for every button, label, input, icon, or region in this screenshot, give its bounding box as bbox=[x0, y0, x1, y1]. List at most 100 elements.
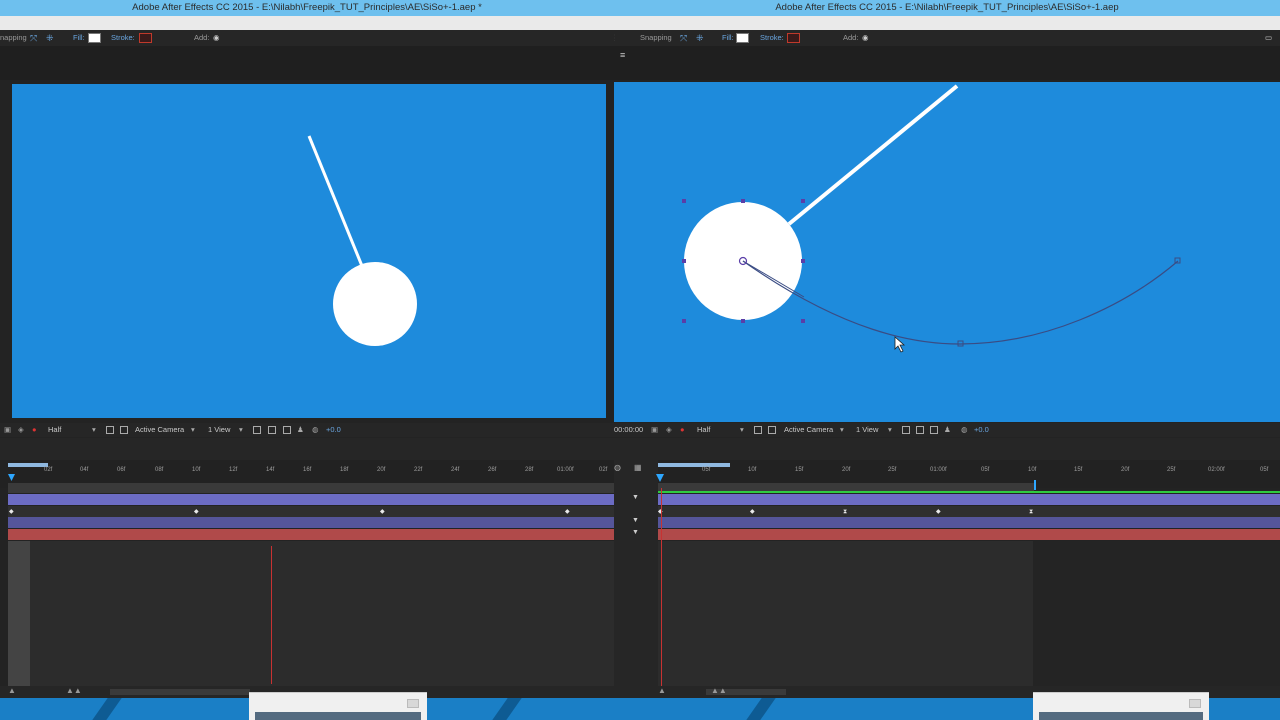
layer-bar-red[interactable] bbox=[658, 529, 1280, 540]
keyframe-icon[interactable]: ◆ bbox=[194, 508, 199, 516]
view-dropdown-icon[interactable]: ▾ bbox=[239, 423, 243, 437]
stroke-label: Stroke: bbox=[760, 33, 784, 42]
ruler-label: 20f bbox=[842, 467, 851, 473]
flowchart-icon[interactable]: ♟ bbox=[297, 423, 304, 437]
timeline-icon[interactable] bbox=[283, 426, 291, 434]
popup-close-icon[interactable] bbox=[407, 699, 419, 708]
zoom-in-icon[interactable]: ▲▲ bbox=[66, 686, 82, 695]
layer-bar-blue[interactable] bbox=[658, 517, 1280, 528]
keyframe-icon[interactable]: ◆ bbox=[936, 508, 941, 516]
resolution-select[interactable]: Half bbox=[697, 423, 710, 437]
show-snapshot-icon[interactable]: ◈ bbox=[666, 423, 672, 437]
workspace-icon[interactable]: ▭ bbox=[1265, 30, 1272, 46]
view-dropdown-icon[interactable]: ▾ bbox=[888, 423, 892, 437]
layer-bar-purple[interactable] bbox=[658, 494, 1280, 505]
fast-previews-icon[interactable] bbox=[268, 426, 276, 434]
camera-select[interactable]: Active Camera bbox=[784, 423, 833, 437]
camera-dropdown-icon[interactable]: ▾ bbox=[191, 423, 195, 437]
left-after-effects-window: Adobe After Effects CC 2015 - E:\Nilabh\… bbox=[0, 0, 614, 720]
view-layout-select[interactable]: 1 View bbox=[208, 423, 230, 437]
ruler-label: 06f bbox=[117, 467, 126, 473]
transparency-grid-icon[interactable] bbox=[120, 426, 128, 434]
ruler-label: 18f bbox=[340, 467, 349, 473]
region-of-interest-icon[interactable] bbox=[106, 426, 114, 434]
zoom-out-icon[interactable]: ▲ bbox=[658, 686, 666, 695]
taskbar-popup[interactable] bbox=[1033, 692, 1209, 720]
composition-viewer[interactable] bbox=[614, 82, 1280, 422]
expand-arrow-icon[interactable]: ▼ bbox=[632, 494, 639, 501]
window-title: Adobe After Effects CC 2015 - E:\Nilabh\… bbox=[614, 0, 1280, 16]
stroke-swatch[interactable] bbox=[139, 33, 152, 43]
current-timecode[interactable]: 00:00:00 bbox=[614, 423, 643, 437]
channels-icon[interactable]: ● bbox=[32, 423, 37, 437]
resolution-dropdown-icon[interactable]: ▾ bbox=[740, 423, 744, 437]
flowchart-icon[interactable]: ♟ bbox=[944, 423, 951, 437]
zoom-in-icon[interactable]: ▲▲ bbox=[711, 686, 727, 695]
work-area-track bbox=[8, 483, 614, 493]
work-area-end-marker[interactable] bbox=[1034, 480, 1036, 490]
snapshot-icon[interactable]: ▣ bbox=[651, 423, 658, 437]
resolution-select[interactable]: Half bbox=[48, 423, 61, 437]
ruler-label: 10f bbox=[1028, 467, 1037, 473]
ruler-label: 20f bbox=[377, 467, 386, 473]
right-after-effects-window: Adobe After Effects CC 2015 - E:\Nilabh\… bbox=[614, 0, 1280, 720]
snap-options-icon[interactable]: ⁜ bbox=[696, 30, 704, 46]
exposure-value[interactable]: +0.0 bbox=[974, 423, 989, 437]
channels-icon[interactable]: ● bbox=[680, 423, 685, 437]
stroke-swatch[interactable] bbox=[787, 33, 800, 43]
work-area-bar[interactable] bbox=[658, 463, 730, 467]
keyframe-icon[interactable]: ⧗ bbox=[843, 508, 847, 516]
camera-dropdown-icon[interactable]: ▾ bbox=[840, 423, 844, 437]
keyframe-icon[interactable]: ◆ bbox=[750, 508, 755, 516]
snapping-icon[interactable]: ⤧ bbox=[680, 30, 687, 46]
snapping-icon[interactable]: ⤧ bbox=[30, 30, 37, 46]
snap-options-icon[interactable]: ⁜ bbox=[46, 30, 54, 46]
pendulum-ball[interactable] bbox=[333, 262, 417, 346]
timeline-header bbox=[614, 438, 1280, 460]
snapshot-icon[interactable]: ▣ bbox=[4, 423, 11, 437]
transparency-grid-icon[interactable] bbox=[768, 426, 776, 434]
keyframe-icon[interactable]: ◆ bbox=[565, 508, 570, 516]
window-title: Adobe After Effects CC 2015 - E:\Nilabh\… bbox=[0, 0, 614, 16]
taskbar-popup[interactable] bbox=[249, 692, 427, 720]
motion-blur-icon[interactable]: ◍ bbox=[614, 463, 621, 472]
ruler-label: 01:00f bbox=[557, 467, 574, 473]
popup-close-icon[interactable] bbox=[1189, 699, 1201, 708]
fast-previews-icon[interactable] bbox=[916, 426, 924, 434]
expand-arrow-icon[interactable]: ▼ bbox=[632, 517, 639, 524]
show-snapshot-icon[interactable]: ◈ bbox=[18, 423, 24, 437]
zoom-out-icon[interactable]: ▲ bbox=[8, 686, 16, 695]
fill-swatch[interactable] bbox=[88, 33, 101, 43]
toggle-pixel-aspect-icon[interactable] bbox=[902, 426, 910, 434]
add-icon[interactable]: ◉ bbox=[213, 30, 220, 46]
motion-path[interactable] bbox=[742, 260, 1179, 345]
viewer-controls: 00:00:00 ▣ ◈ ● Half ▾ Active Camera ▾ 1 … bbox=[614, 423, 1280, 437]
keyframe-icon[interactable]: ◆ bbox=[380, 508, 385, 516]
exposure-icon[interactable]: ◍ bbox=[312, 423, 319, 437]
panel-menu-icon[interactable]: ≡ bbox=[620, 50, 625, 60]
expand-arrow-icon[interactable]: ▼ bbox=[632, 529, 639, 536]
toggle-pixel-aspect-icon[interactable] bbox=[253, 426, 261, 434]
resolution-dropdown-icon[interactable]: ▾ bbox=[92, 423, 96, 437]
timeline-icon[interactable] bbox=[930, 426, 938, 434]
graph-editor-icon[interactable]: ▦ bbox=[634, 463, 642, 472]
view-layout-select[interactable]: 1 View bbox=[856, 423, 878, 437]
composition-viewer[interactable] bbox=[12, 84, 606, 418]
keyframe-icon[interactable]: ◆ bbox=[9, 508, 14, 516]
snapping-label[interactable]: napping bbox=[0, 30, 27, 46]
tools-panel: napping ⤧ ⁜ Fill: Stroke: Add: ◉ ⋮ bbox=[0, 30, 614, 46]
work-area-bar[interactable] bbox=[8, 463, 48, 467]
ruler-label: 28f bbox=[525, 467, 534, 473]
keyframe-icon[interactable]: ⧗ bbox=[1029, 508, 1033, 516]
region-of-interest-icon[interactable] bbox=[754, 426, 762, 434]
layer-bar-purple[interactable] bbox=[8, 494, 614, 505]
layer-bar-blue[interactable] bbox=[8, 517, 614, 528]
exposure-value[interactable]: +0.0 bbox=[326, 423, 341, 437]
fill-swatch[interactable] bbox=[736, 33, 749, 43]
zoom-slider[interactable] bbox=[110, 689, 250, 695]
camera-select[interactable]: Active Camera bbox=[135, 423, 184, 437]
layer-bar-red[interactable] bbox=[8, 529, 614, 540]
add-icon[interactable]: ◉ bbox=[862, 30, 869, 46]
snapping-label[interactable]: Snapping bbox=[640, 30, 672, 46]
exposure-icon[interactable]: ◍ bbox=[961, 423, 968, 437]
